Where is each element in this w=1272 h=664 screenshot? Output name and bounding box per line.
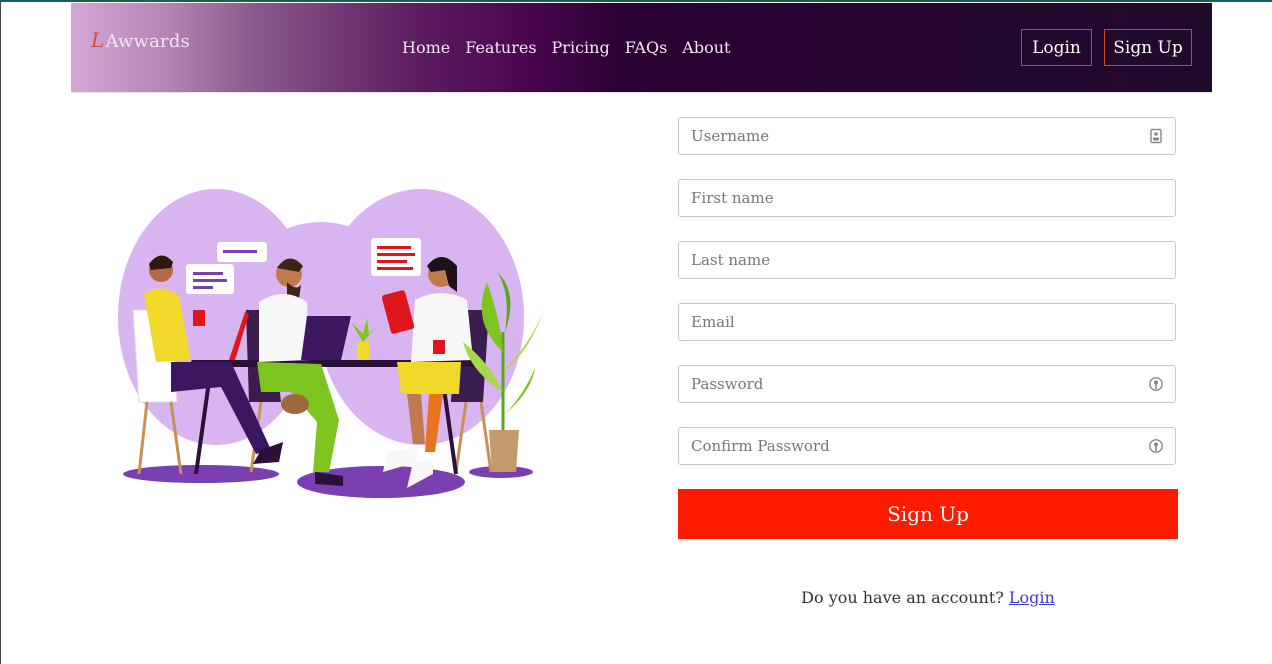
navbar: L Awwards Home Features Pricing FAQs Abo… xyxy=(71,3,1212,93)
brand-name: Awwards xyxy=(105,31,190,52)
nav-login-button[interactable]: Login xyxy=(1021,29,1092,66)
username-field[interactable] xyxy=(678,117,1176,155)
key-icon xyxy=(1149,439,1163,453)
nav-signup-button[interactable]: Sign Up xyxy=(1104,29,1192,66)
id-card-icon xyxy=(1150,128,1162,144)
username-input[interactable] xyxy=(679,118,1131,154)
nav-link-pricing[interactable]: Pricing xyxy=(552,38,610,57)
logo-letter: L xyxy=(91,28,105,52)
confirm-password-field[interactable] xyxy=(678,427,1176,465)
first-name-input[interactable] xyxy=(679,180,1131,216)
nav-link-about[interactable]: About xyxy=(682,38,730,57)
confirm-password-input[interactable] xyxy=(679,428,1131,464)
brand-logo[interactable]: L Awwards xyxy=(91,28,190,52)
nav-link-home[interactable]: Home xyxy=(402,38,450,57)
nav-link-faqs[interactable]: FAQs xyxy=(625,38,668,57)
signup-submit-button[interactable]: Sign Up xyxy=(678,489,1178,539)
login-link[interactable]: Login xyxy=(1009,588,1055,607)
have-account-text: Do you have an account? xyxy=(801,588,1004,607)
last-name-input[interactable] xyxy=(679,242,1131,278)
nav-links: Home Features Pricing FAQs About xyxy=(402,38,745,57)
email-field[interactable] xyxy=(678,303,1176,341)
email-input[interactable] xyxy=(679,304,1131,340)
signup-form: Sign Up xyxy=(678,117,1178,539)
page: L Awwards Home Features Pricing FAQs Abo… xyxy=(0,0,1272,664)
password-input[interactable] xyxy=(679,366,1131,402)
nav-link-features[interactable]: Features xyxy=(465,38,536,57)
have-account-prompt: Do you have an account? Login xyxy=(678,588,1178,607)
key-icon xyxy=(1149,377,1163,391)
team-working-illustration xyxy=(118,189,543,498)
first-name-field[interactable] xyxy=(678,179,1176,217)
last-name-field[interactable] xyxy=(678,241,1176,279)
password-field[interactable] xyxy=(678,365,1176,403)
